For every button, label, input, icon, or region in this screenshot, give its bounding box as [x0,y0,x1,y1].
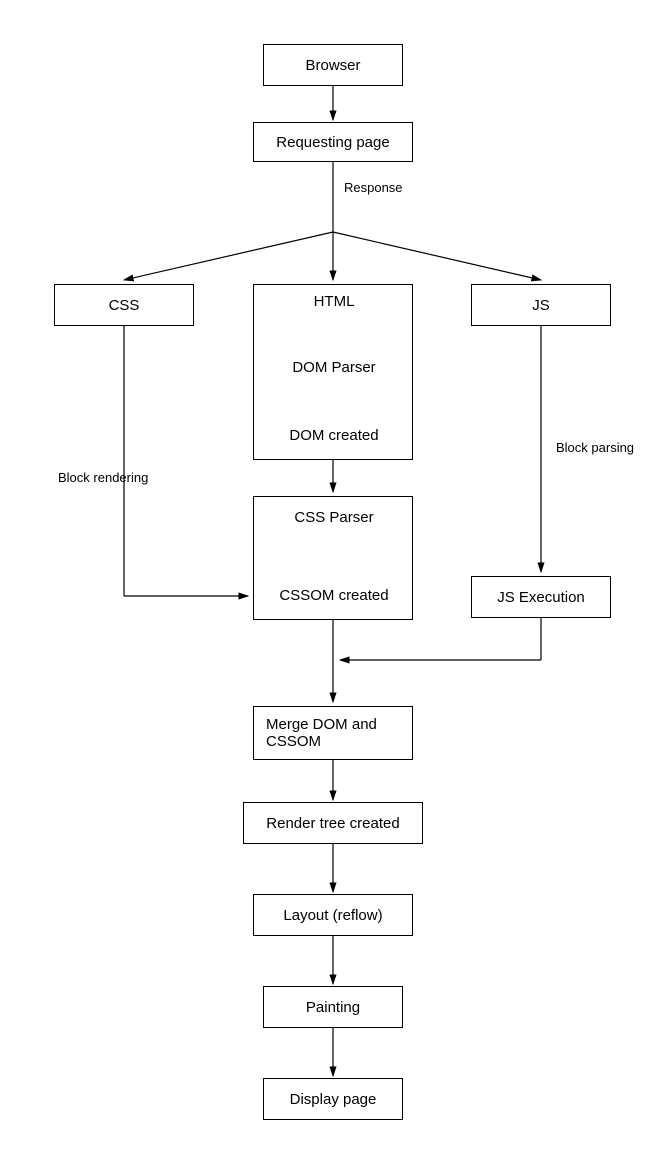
node-label: DOM Parser [254,359,414,376]
node-browser: Browser [263,44,403,86]
node-label: CSSOM created [254,587,414,604]
node-label: Layout (reflow) [283,907,382,924]
node-label: Render tree created [266,815,399,832]
node-layout: Layout (reflow) [253,894,413,936]
node-label: CSS [109,297,140,314]
node-merge: Merge DOM and CSSOM [253,706,413,760]
node-label: JS Execution [497,589,585,606]
node-label: Merge DOM and CSSOM [266,716,404,750]
edge-label-block-parsing: Block parsing [556,440,634,455]
node-display-page: Display page [263,1078,403,1120]
node-label: Browser [305,57,360,74]
node-label: Requesting page [276,134,389,151]
diagram-canvas: Browser Requesting page CSS HTML DOM Par… [0,0,666,1162]
node-js: JS [471,284,611,326]
node-css: CSS [54,284,194,326]
node-label: JS [532,297,550,314]
node-js-execution: JS Execution [471,576,611,618]
edge-label-response: Response [344,180,403,195]
node-label: CSS Parser [254,509,414,526]
node-cssom-container: CSS Parser CSSOM created [253,496,413,620]
node-painting: Painting [263,986,403,1028]
node-label: DOM created [254,427,414,444]
node-label: Display page [290,1091,377,1108]
edge-label-block-rendering: Block rendering [58,470,148,485]
node-label: Painting [306,999,360,1016]
node-requesting-page: Requesting page [253,122,413,162]
node-html-container: HTML DOM Parser DOM created [253,284,413,460]
node-label: HTML [254,293,414,310]
node-render-tree: Render tree created [243,802,423,844]
